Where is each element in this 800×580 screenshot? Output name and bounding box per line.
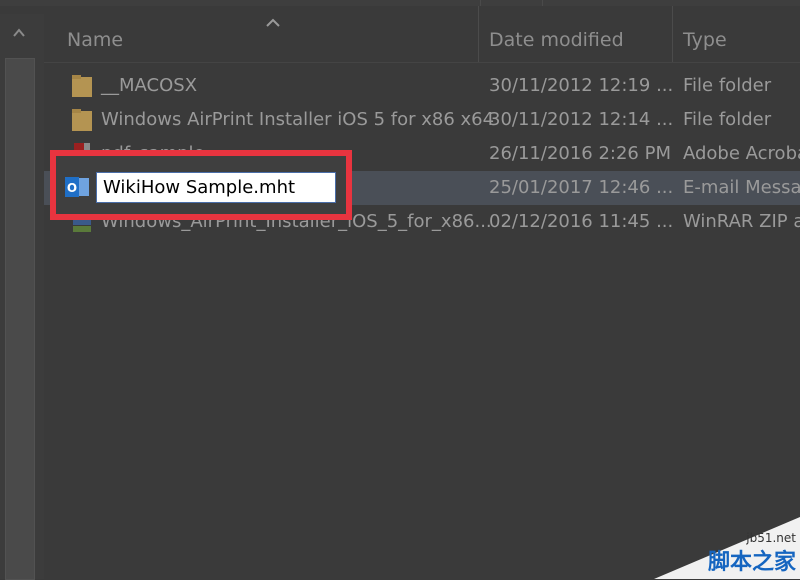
file-type: File folder (683, 109, 772, 130)
scroll-up-icon[interactable] (12, 26, 26, 40)
rename-input[interactable] (97, 173, 335, 202)
file-row[interactable]: Windows AirPrint Installer iOS 5 for x86… (44, 103, 800, 137)
svg-text:O: O (67, 181, 77, 195)
sort-ascending-icon (264, 14, 282, 27)
watermark: jb51.net 脚本之家 (654, 517, 800, 579)
column-divider[interactable] (478, 6, 479, 62)
file-type: Adobe Acroba (683, 143, 800, 164)
file-type: WinRAR ZIP a (683, 211, 800, 232)
file-date: 02/12/2016 11:45 ... (489, 211, 674, 232)
file-date: 25/01/2017 12:46 ... (489, 177, 674, 198)
file-date: 26/11/2016 2:26 PM (489, 143, 671, 164)
folder-icon (71, 74, 93, 98)
column-header-name[interactable]: Name (67, 29, 123, 51)
rename-field[interactable] (96, 172, 336, 203)
file-date: 30/11/2012 12:19 ... (489, 75, 674, 96)
watermark-url: jb51.net (746, 531, 796, 545)
outlook-icon: O (64, 174, 90, 200)
file-name: __MACOSX (101, 75, 198, 96)
vertical-scrollbar[interactable] (0, 14, 44, 580)
column-header-type[interactable]: Type (683, 29, 727, 51)
folder-icon (71, 108, 93, 132)
scrollbar-thumb[interactable] (5, 58, 35, 580)
file-type: File folder (683, 75, 772, 96)
file-name: Windows AirPrint Installer iOS 5 for x86… (101, 109, 495, 130)
column-header-bar: Name Date modified Type (44, 6, 800, 63)
file-type: E-mail Messa (683, 177, 800, 198)
watermark-text: 脚本之家 (707, 550, 796, 575)
column-header-date-modified[interactable]: Date modified (489, 29, 624, 51)
file-explorer-window: Name Date modified Type __MACOSX 30/11/2… (0, 0, 800, 580)
file-row[interactable]: __MACOSX 30/11/2012 12:19 ... File folde… (44, 69, 800, 103)
column-divider[interactable] (672, 6, 673, 62)
file-date: 30/11/2012 12:14 ... (489, 109, 674, 130)
